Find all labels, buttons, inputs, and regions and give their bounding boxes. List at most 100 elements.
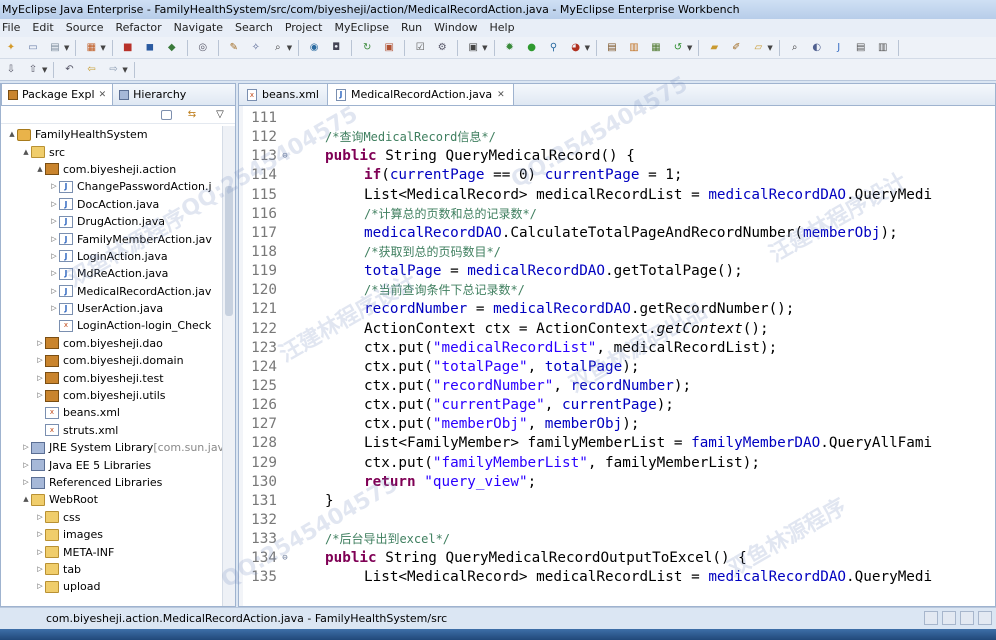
tree-item[interactable]: ▲ WebRoot [1, 491, 223, 508]
link-with-editor-icon[interactable]: ⇆ [184, 107, 200, 123]
globe-icon[interactable]: ◉ [306, 40, 322, 56]
tree-item[interactable]: ▷ JRE System Library [com.sun.jav [1, 439, 223, 456]
menu-source[interactable]: Source [60, 19, 110, 37]
menu-project[interactable]: Project [279, 19, 329, 37]
status-icon[interactable] [978, 611, 992, 625]
fold-toggle-icon[interactable]: ⊖ [281, 147, 289, 166]
collapsed-twisty-icon[interactable]: ▷ [49, 283, 59, 300]
code-line[interactable]: 130 return "query_view"; [239, 473, 995, 492]
new-icon[interactable]: ✦ [3, 40, 19, 56]
dropdown-arrow-icon[interactable]: ▼ [767, 44, 772, 52]
code-line[interactable]: 118 /*获取到总的页码数目*/ [239, 243, 995, 262]
tree-item[interactable]: x struts.xml [1, 422, 223, 439]
collapsed-twisty-icon[interactable]: ▷ [21, 457, 31, 474]
code-line[interactable]: 121 recordNumber = medicalRecordDAO.getRe… [239, 300, 995, 319]
collapse-all-icon[interactable] [161, 109, 172, 120]
menu-edit[interactable]: Edit [26, 19, 59, 37]
code-line[interactable]: 125 ctx.put("recordNumber", recordNumber)… [239, 377, 995, 396]
tree-item[interactable]: ▷ J LoginAction.java [1, 248, 223, 265]
menu-navigate[interactable]: Navigate [168, 19, 229, 37]
gear-icon[interactable]: ⚙ [434, 40, 450, 56]
folder-icon[interactable]: ▱ [750, 40, 766, 56]
collapsed-twisty-icon[interactable]: ▷ [35, 509, 45, 526]
collapsed-twisty-icon[interactable]: ▷ [49, 196, 59, 213]
save-icon[interactable]: ▭ [25, 40, 41, 56]
code-line[interactable]: 117 medicalRecordDAO.CalculateTotalPageAn… [239, 224, 995, 243]
tree-scrollbar[interactable] [222, 126, 235, 606]
tree-item[interactable]: ▷ J MdReAction.java [1, 265, 223, 282]
code-line[interactable]: 116 /*计算总的页数和总的记录数*/ [239, 205, 995, 224]
collapsed-twisty-icon[interactable]: ▷ [49, 231, 59, 248]
previous-annotation-icon[interactable]: ⇧ [25, 62, 41, 78]
new-package-icon[interactable]: ▥ [626, 40, 642, 56]
collapsed-twisty-icon[interactable]: ▷ [49, 248, 59, 265]
tree-item[interactable]: ▷ J ChangePasswordAction.j [1, 178, 223, 195]
run-icon[interactable]: ● [524, 40, 540, 56]
collapsed-twisty-icon[interactable]: ▷ [21, 474, 31, 491]
tree-item[interactable]: ▷ tab [1, 561, 223, 578]
code-line[interactable]: 126 ctx.put("currentPage", currentPage); [239, 396, 995, 415]
layout-icon[interactable]: ▤ [853, 40, 869, 56]
new-interface-icon[interactable]: ▦ [648, 40, 664, 56]
expanded-twisty-icon[interactable]: ▲ [21, 491, 31, 508]
dropdown-arrow-icon[interactable]: ▼ [287, 44, 292, 52]
server-icon[interactable]: ■ [120, 40, 136, 56]
collapsed-twisty-icon[interactable]: ▷ [49, 213, 59, 230]
collapsed-twisty-icon[interactable]: ▷ [35, 387, 45, 404]
tree-item[interactable]: ▲ com.biyesheji.action [1, 161, 223, 178]
tree-item[interactable]: ▷ com.biyesheji.domain [1, 352, 223, 369]
open-type-icon[interactable]: ✧ [248, 40, 264, 56]
dropdown-arrow-icon[interactable]: ▼ [122, 66, 127, 74]
back-icon[interactable]: ⇦ [83, 62, 99, 78]
menu-search[interactable]: Search [229, 19, 279, 37]
code-line[interactable]: 133 /*后台导出到excel*/ [239, 530, 995, 549]
collapsed-twisty-icon[interactable]: ▷ [35, 335, 45, 352]
code-line[interactable]: 120 /*当前查询条件下总记录数*/ [239, 281, 995, 300]
tree-item[interactable]: ▲ src [1, 143, 223, 160]
refresh-cw-icon[interactable]: ↺ [670, 40, 686, 56]
collapsed-twisty-icon[interactable]: ▷ [21, 439, 31, 456]
code-line[interactable]: 115 List<MedicalRecord> medicalRecordList… [239, 186, 995, 205]
tree-item[interactable]: ▷ META-INF [1, 543, 223, 560]
tree-item[interactable]: x LoginAction-login_Check [1, 317, 223, 334]
collapsed-twisty-icon[interactable]: ▷ [49, 300, 59, 317]
code-line[interactable]: 111 [239, 109, 995, 128]
dropdown-arrow-icon[interactable]: ▼ [585, 44, 590, 52]
tree-item[interactable]: x beans.xml [1, 404, 223, 421]
search-icon[interactable]: ⌕ [270, 40, 286, 56]
tree-item[interactable]: ▷ com.biyesheji.utils [1, 387, 223, 404]
tree-item[interactable]: ▷ com.biyesheji.dao [1, 335, 223, 352]
code-line[interactable]: 134 ⊖ public String QueryMedicalRecordOutp… [239, 549, 995, 568]
java-icon[interactable]: J [831, 40, 847, 56]
code-line[interactable]: 119 totalPage = medicalRecordDAO.getTotal… [239, 262, 995, 281]
open-folder-icon[interactable]: ▰ [706, 40, 722, 56]
code-line[interactable]: 132 [239, 511, 995, 530]
dropdown-arrow-icon[interactable]: ▼ [482, 44, 487, 52]
scrollbar-thumb[interactable] [225, 186, 233, 316]
fold-toggle-icon[interactable]: ⊖ [281, 549, 289, 568]
tree-item[interactable]: ▷ J DrugAction.java [1, 213, 223, 230]
dropdown-arrow-icon[interactable]: ▼ [42, 66, 47, 74]
menu-myeclipse[interactable]: MyEclipse [328, 19, 395, 37]
web-service-icon[interactable]: ◎ [195, 40, 211, 56]
code-line[interactable]: 135 List<MedicalRecord> medicalRecordList… [239, 568, 995, 587]
next-annotation-icon[interactable]: ⇩ [3, 62, 19, 78]
browser-icon[interactable]: ◆ [164, 40, 180, 56]
refresh-icon[interactable]: ↻ [359, 40, 375, 56]
tree-item[interactable]: ▷ images [1, 526, 223, 543]
status-icon[interactable] [942, 611, 956, 625]
image-icon[interactable]: ▣ [381, 40, 397, 56]
code-line[interactable]: 123 ctx.put("medicalRecordList", medicalR… [239, 339, 995, 358]
code-line[interactable]: 129 ctx.put("familyMemberList", familyMem… [239, 454, 995, 473]
collapsed-twisty-icon[interactable]: ▷ [35, 561, 45, 578]
collapsed-twisty-icon[interactable]: ▷ [35, 370, 45, 387]
code-line[interactable]: 124 ctx.put("totalPage", totalPage); [239, 358, 995, 377]
perspective-icon[interactable]: ◐ [809, 40, 825, 56]
collapsed-twisty-icon[interactable]: ▷ [35, 526, 45, 543]
tree-item[interactable]: ▷ J UserAction.java [1, 300, 223, 317]
close-icon[interactable]: ✕ [497, 90, 505, 100]
tree-item[interactable]: ▷ J DocAction.java [1, 196, 223, 213]
collapsed-twisty-icon[interactable]: ▷ [35, 544, 45, 561]
tree-item[interactable]: ▲ FamilyHealthSystem [1, 126, 223, 143]
menu-file[interactable]: File [0, 19, 26, 37]
